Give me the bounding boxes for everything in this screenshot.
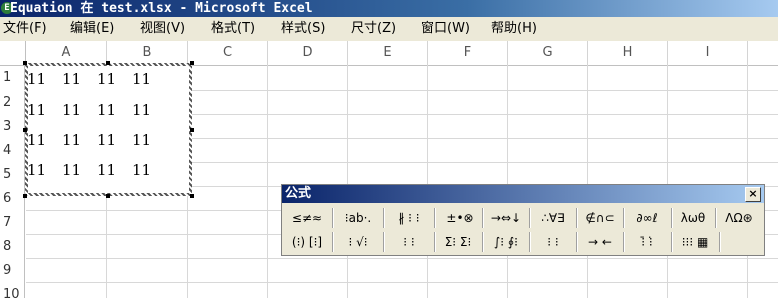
menu-format[interactable]: 格式(T) (211, 17, 255, 41)
fractions-radicals-palette-button[interactable]: ⁝ √⁝ (336, 231, 380, 253)
menu-bar: 文件(F) 编辑(E) 视图(V) 格式(T) 样式(S) 尺寸(Z) 窗口(W… (0, 17, 778, 42)
matrix-cell: 11 (132, 101, 152, 119)
row-header-1[interactable]: 1 (0, 66, 25, 90)
greek-uppercase-palette-button[interactable]: ΛΩ⊛ (717, 207, 761, 229)
subscript-superscript-palette-button[interactable]: ⁝ ⁝ (387, 231, 431, 253)
underbar-overbar-palette-button[interactable]: ⁝ ⁝ (531, 231, 575, 253)
row-header-8[interactable]: 8 (0, 235, 25, 259)
equation-toolbar: 公式 × ≤≠≈ ⁝ab·. ∦ ⁝ ⁝ ±•⊗ →⇔↓ ∴∀∃ ∉∩⊂ ∂∞ℓ… (281, 184, 765, 256)
column-header-h[interactable]: H (588, 41, 668, 65)
matrix-cell: 11 (62, 101, 82, 119)
grid-line (587, 65, 588, 298)
resize-handle[interactable] (23, 194, 27, 198)
toolbar-separator (434, 208, 436, 228)
title-bar: E Equation 在 test.xlsx - Microsoft Excel (0, 0, 778, 17)
matrix-cell: 11 (97, 131, 117, 149)
toolbar-separator (383, 208, 385, 228)
row-header-9[interactable]: 9 (0, 259, 25, 283)
menu-view[interactable]: 视图(V) (140, 17, 185, 41)
grid-line (427, 65, 428, 298)
column-header-c[interactable]: C (188, 41, 268, 65)
column-header-e[interactable]: E (348, 41, 428, 65)
toolbar-separator (383, 232, 385, 252)
menu-file[interactable]: 文件(F) (3, 17, 47, 41)
resize-handle[interactable] (190, 194, 194, 198)
logic-palette-button[interactable]: ∴∀∃ (531, 207, 575, 229)
grid-line (667, 65, 668, 298)
grid-line (507, 65, 508, 298)
column-header-a[interactable]: A (26, 41, 107, 65)
column-header-i[interactable]: I (668, 41, 748, 65)
matrix-cell: 11 (27, 161, 47, 179)
row-header-7[interactable]: 7 (0, 211, 25, 235)
row-header-4[interactable]: 4 (0, 139, 25, 163)
matrix-cell: 11 (97, 161, 117, 179)
matrix-cell: 11 (62, 131, 82, 149)
summation-palette-button[interactable]: Σ⁝ Σ⁝ (436, 231, 480, 253)
grid-line (347, 65, 348, 298)
matrix-cell: 11 (62, 161, 82, 179)
set-theory-palette-button[interactable]: ∉∩⊂ (578, 207, 622, 229)
equation-toolbar-title-text: 公式 (285, 186, 312, 201)
row-header-2[interactable]: 2 (0, 91, 25, 115)
menu-style[interactable]: 样式(S) (281, 17, 325, 41)
integrals-palette-button[interactable]: ∫⁝ ∮⁝ (484, 231, 528, 253)
window-title: Equation 在 test.xlsx - Microsoft Excel (10, 1, 313, 16)
grid-line (26, 258, 778, 259)
spaces-palette-button[interactable]: ⁝ab·. (336, 207, 380, 229)
misc-symbols-palette-button[interactable]: ∂∞ℓ (625, 207, 669, 229)
grid-line (26, 282, 778, 283)
menu-edit[interactable]: 编辑(E) (70, 17, 114, 41)
menu-help[interactable]: 帮助(H) (491, 17, 537, 41)
matrix-cell: 11 (132, 131, 152, 149)
grid-line (267, 65, 268, 298)
matrix-cell: 11 (27, 131, 47, 149)
resize-handle[interactable] (106, 61, 110, 65)
matrices-palette-button[interactable]: ⁝⁝⁝ ▦ (673, 231, 717, 253)
labeled-arrows-palette-button[interactable]: → ← (578, 231, 622, 253)
resize-handle[interactable] (190, 128, 194, 132)
matrix-cell: 11 (132, 161, 152, 179)
matrix-cell: 11 (27, 101, 47, 119)
matrix-cell: 11 (62, 70, 82, 88)
resize-handle[interactable] (106, 194, 110, 198)
column-header-d[interactable]: D (268, 41, 348, 65)
column-header-b[interactable]: B (107, 41, 188, 65)
operators-palette-button[interactable]: ±•⊗ (438, 207, 482, 229)
equation-toolbar-title[interactable]: 公式 × (282, 185, 764, 203)
greek-lowercase-palette-button[interactable]: λωθ (673, 207, 713, 229)
row-header-3[interactable]: 3 (0, 115, 25, 139)
matrix-cell: 11 (97, 70, 117, 88)
menu-window[interactable]: 窗口(W) (421, 17, 470, 41)
row-header-6[interactable]: 6 (0, 187, 25, 211)
fences-palette-button[interactable]: (⁝) [⁝] (285, 231, 329, 253)
resize-handle[interactable] (23, 61, 27, 65)
matrix-cell: 11 (97, 101, 117, 119)
column-header-g[interactable]: G (508, 41, 588, 65)
row-header-10[interactable]: 10 (0, 283, 25, 298)
products-set-palette-button[interactable]: ⁝̄ ⁝̇ (625, 231, 669, 253)
close-icon[interactable]: × (745, 187, 761, 202)
matrix-cell: 11 (132, 70, 152, 88)
column-header-f[interactable]: F (428, 41, 508, 65)
resize-handle[interactable] (190, 61, 194, 65)
menu-size[interactable]: 尺寸(Z) (351, 17, 396, 41)
row-header-5[interactable]: 5 (0, 163, 25, 187)
relations-palette-button[interactable]: ≤≠≈ (285, 207, 329, 229)
embellishments-palette-button[interactable]: ∦ ⁝ ⁝ (387, 207, 431, 229)
arrows-palette-button[interactable]: →⇔↓ (484, 207, 528, 229)
toolbar-separator (332, 208, 334, 228)
grid-line (747, 65, 748, 298)
matrix-cell: 11 (27, 70, 47, 88)
toolbar-separator (719, 232, 721, 252)
toolbar-separator (332, 232, 334, 252)
